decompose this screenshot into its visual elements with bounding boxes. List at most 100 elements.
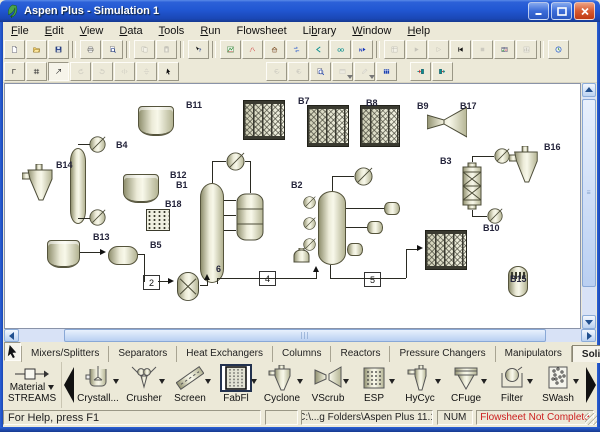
tab-manipulators[interactable]: Manipulators xyxy=(496,346,572,362)
block-B2-drum-3[interactable] xyxy=(347,243,363,256)
scroll-down-icon[interactable] xyxy=(582,315,596,329)
palette-scroll-right-icon[interactable] xyxy=(584,362,597,408)
palette-item-hycyc[interactable]: HyCyc xyxy=(397,362,443,408)
insert-block-button[interactable] xyxy=(48,62,69,81)
flowsheet-window-button[interactable] xyxy=(220,40,241,59)
block-B11[interactable] xyxy=(138,106,174,136)
reconnect-button[interactable] xyxy=(308,40,329,59)
material-streams-item[interactable]: MaterialSTREAMS xyxy=(3,362,62,408)
block-B2[interactable] xyxy=(318,191,346,265)
vscroll-thumb[interactable]: ≡ xyxy=(582,99,596,287)
dropdown-arrow-icon[interactable] xyxy=(389,379,395,384)
toggle-grid-button[interactable] xyxy=(26,62,47,81)
palette-item-filter[interactable]: Filter xyxy=(489,362,535,408)
scroll-right-icon[interactable] xyxy=(581,329,596,342)
block-B2-condenser[interactable] xyxy=(354,167,373,186)
stream-results-button[interactable] xyxy=(242,40,263,59)
block-B12[interactable] xyxy=(123,174,159,203)
block-B2-drum-2[interactable] xyxy=(367,221,383,234)
dropdown-arrow-icon[interactable] xyxy=(481,379,487,384)
menu-tools[interactable]: Tools xyxy=(151,24,193,38)
select-mode-button[interactable] xyxy=(158,62,179,81)
print-preview-button[interactable] xyxy=(102,40,123,59)
history-button[interactable] xyxy=(548,40,569,59)
reinitialize-button[interactable] xyxy=(450,40,471,59)
check-results-button[interactable] xyxy=(494,40,515,59)
minimize-button[interactable] xyxy=(528,2,549,20)
palette-item-swash[interactable]: SWash xyxy=(535,362,581,408)
tab-solids[interactable]: Solids xyxy=(572,345,600,363)
palette-item-cfuge[interactable]: CFuge xyxy=(443,362,489,408)
dropdown-arrow-icon[interactable] xyxy=(159,379,165,384)
insert-text-button[interactable] xyxy=(4,62,25,81)
menu-view[interactable]: View xyxy=(72,24,112,38)
palette-scroll-left-icon[interactable] xyxy=(62,362,75,408)
scroll-up-icon[interactable] xyxy=(582,83,596,97)
palette-item-fabfl[interactable]: FabFl xyxy=(213,362,259,408)
block-mixer[interactable] xyxy=(176,271,200,302)
dropdown-arrow-icon[interactable] xyxy=(205,379,211,384)
tab-mixers-splitters[interactable]: Mixers/Splitters xyxy=(21,346,109,362)
close-button[interactable] xyxy=(574,2,595,20)
block-B14[interactable] xyxy=(22,164,56,202)
block-B2-heater-2[interactable] xyxy=(303,217,316,230)
tab-columns[interactable]: Columns xyxy=(273,346,331,362)
dropdown-arrow-icon[interactable] xyxy=(251,379,257,384)
reroute-streams-button[interactable] xyxy=(432,62,453,81)
dropdown-arrow-icon[interactable] xyxy=(527,379,533,384)
block-B3-condenser[interactable] xyxy=(494,148,510,164)
palette-item-crystall[interactable]: Crystall... xyxy=(75,362,121,408)
palette-select-mode-button[interactable] xyxy=(4,342,21,361)
palette-item-crusher[interactable]: Crusher xyxy=(121,362,167,408)
workbook-button[interactable] xyxy=(376,62,397,81)
block-B13[interactable] xyxy=(108,246,138,265)
block-B8[interactable] xyxy=(360,105,400,147)
next-input-button[interactable]: N xyxy=(352,40,373,59)
dropdown-arrow-icon[interactable] xyxy=(113,379,119,384)
stream-label-5[interactable]: 5 xyxy=(364,272,381,287)
block-B1-accumulator[interactable] xyxy=(236,193,264,241)
flowsheet-canvas[interactable]: 245B7B8B9B17B16B11B4B14B12B1B18B5B136B2B… xyxy=(4,83,581,329)
tab-separators[interactable]: Separators xyxy=(109,346,177,362)
print-button[interactable] xyxy=(80,40,101,59)
canvas-hscrollbar[interactable]: ||| xyxy=(4,329,596,342)
menu-flowsheet[interactable]: Flowsheet xyxy=(229,24,295,38)
menu-window[interactable]: Window xyxy=(344,24,399,38)
menu-run[interactable]: Run xyxy=(192,24,228,38)
hscroll-thumb[interactable]: ||| xyxy=(64,329,546,342)
block-B18[interactable] xyxy=(146,209,170,231)
menu-file[interactable]: File xyxy=(3,24,37,38)
block-feed-tank[interactable] xyxy=(47,240,80,268)
block-B4-reboiler[interactable] xyxy=(89,209,106,226)
block-B10[interactable] xyxy=(487,208,503,224)
block-B2-heater-1[interactable] xyxy=(303,196,316,209)
block-B4-condenser[interactable] xyxy=(89,136,106,153)
block-B7[interactable] xyxy=(307,105,349,147)
block-hx-bottom[interactable] xyxy=(425,230,467,270)
palette-item-esp[interactable]: ESP xyxy=(351,362,397,408)
block-B2-drum-1[interactable] xyxy=(384,202,400,215)
block-B1-condenser[interactable] xyxy=(226,152,245,171)
view-parent-button[interactable] xyxy=(330,40,351,59)
menu-edit[interactable]: Edit xyxy=(37,24,72,38)
data-transfer-button[interactable] xyxy=(286,40,307,59)
dropdown-arrow-icon[interactable] xyxy=(435,379,441,384)
block-B3[interactable] xyxy=(462,162,482,210)
palette-item-vscrub[interactable]: VScrub xyxy=(305,362,351,408)
join-streams-button[interactable] xyxy=(410,62,431,81)
resize-grip[interactable] xyxy=(585,413,597,425)
canvas-vscrollbar[interactable]: ≡ xyxy=(582,83,596,329)
save-button[interactable] xyxy=(48,40,69,59)
context-help-button[interactable]: ? xyxy=(188,40,209,59)
block-B16[interactable] xyxy=(509,146,541,184)
tab-heat-exchangers[interactable]: Heat Exchangers xyxy=(177,346,273,362)
tab-pressure-changers[interactable]: Pressure Changers xyxy=(390,346,495,362)
open-button[interactable] xyxy=(26,40,47,59)
dropdown-arrow-icon[interactable] xyxy=(343,379,349,384)
stream-label-2[interactable]: 2 xyxy=(143,275,160,290)
zoom-full-button[interactable] xyxy=(310,62,331,81)
new-button[interactable] xyxy=(4,40,25,59)
scroll-left-icon[interactable] xyxy=(4,329,19,342)
palette-item-screen[interactable]: Screen xyxy=(167,362,213,408)
menu-library[interactable]: Library xyxy=(295,24,345,38)
